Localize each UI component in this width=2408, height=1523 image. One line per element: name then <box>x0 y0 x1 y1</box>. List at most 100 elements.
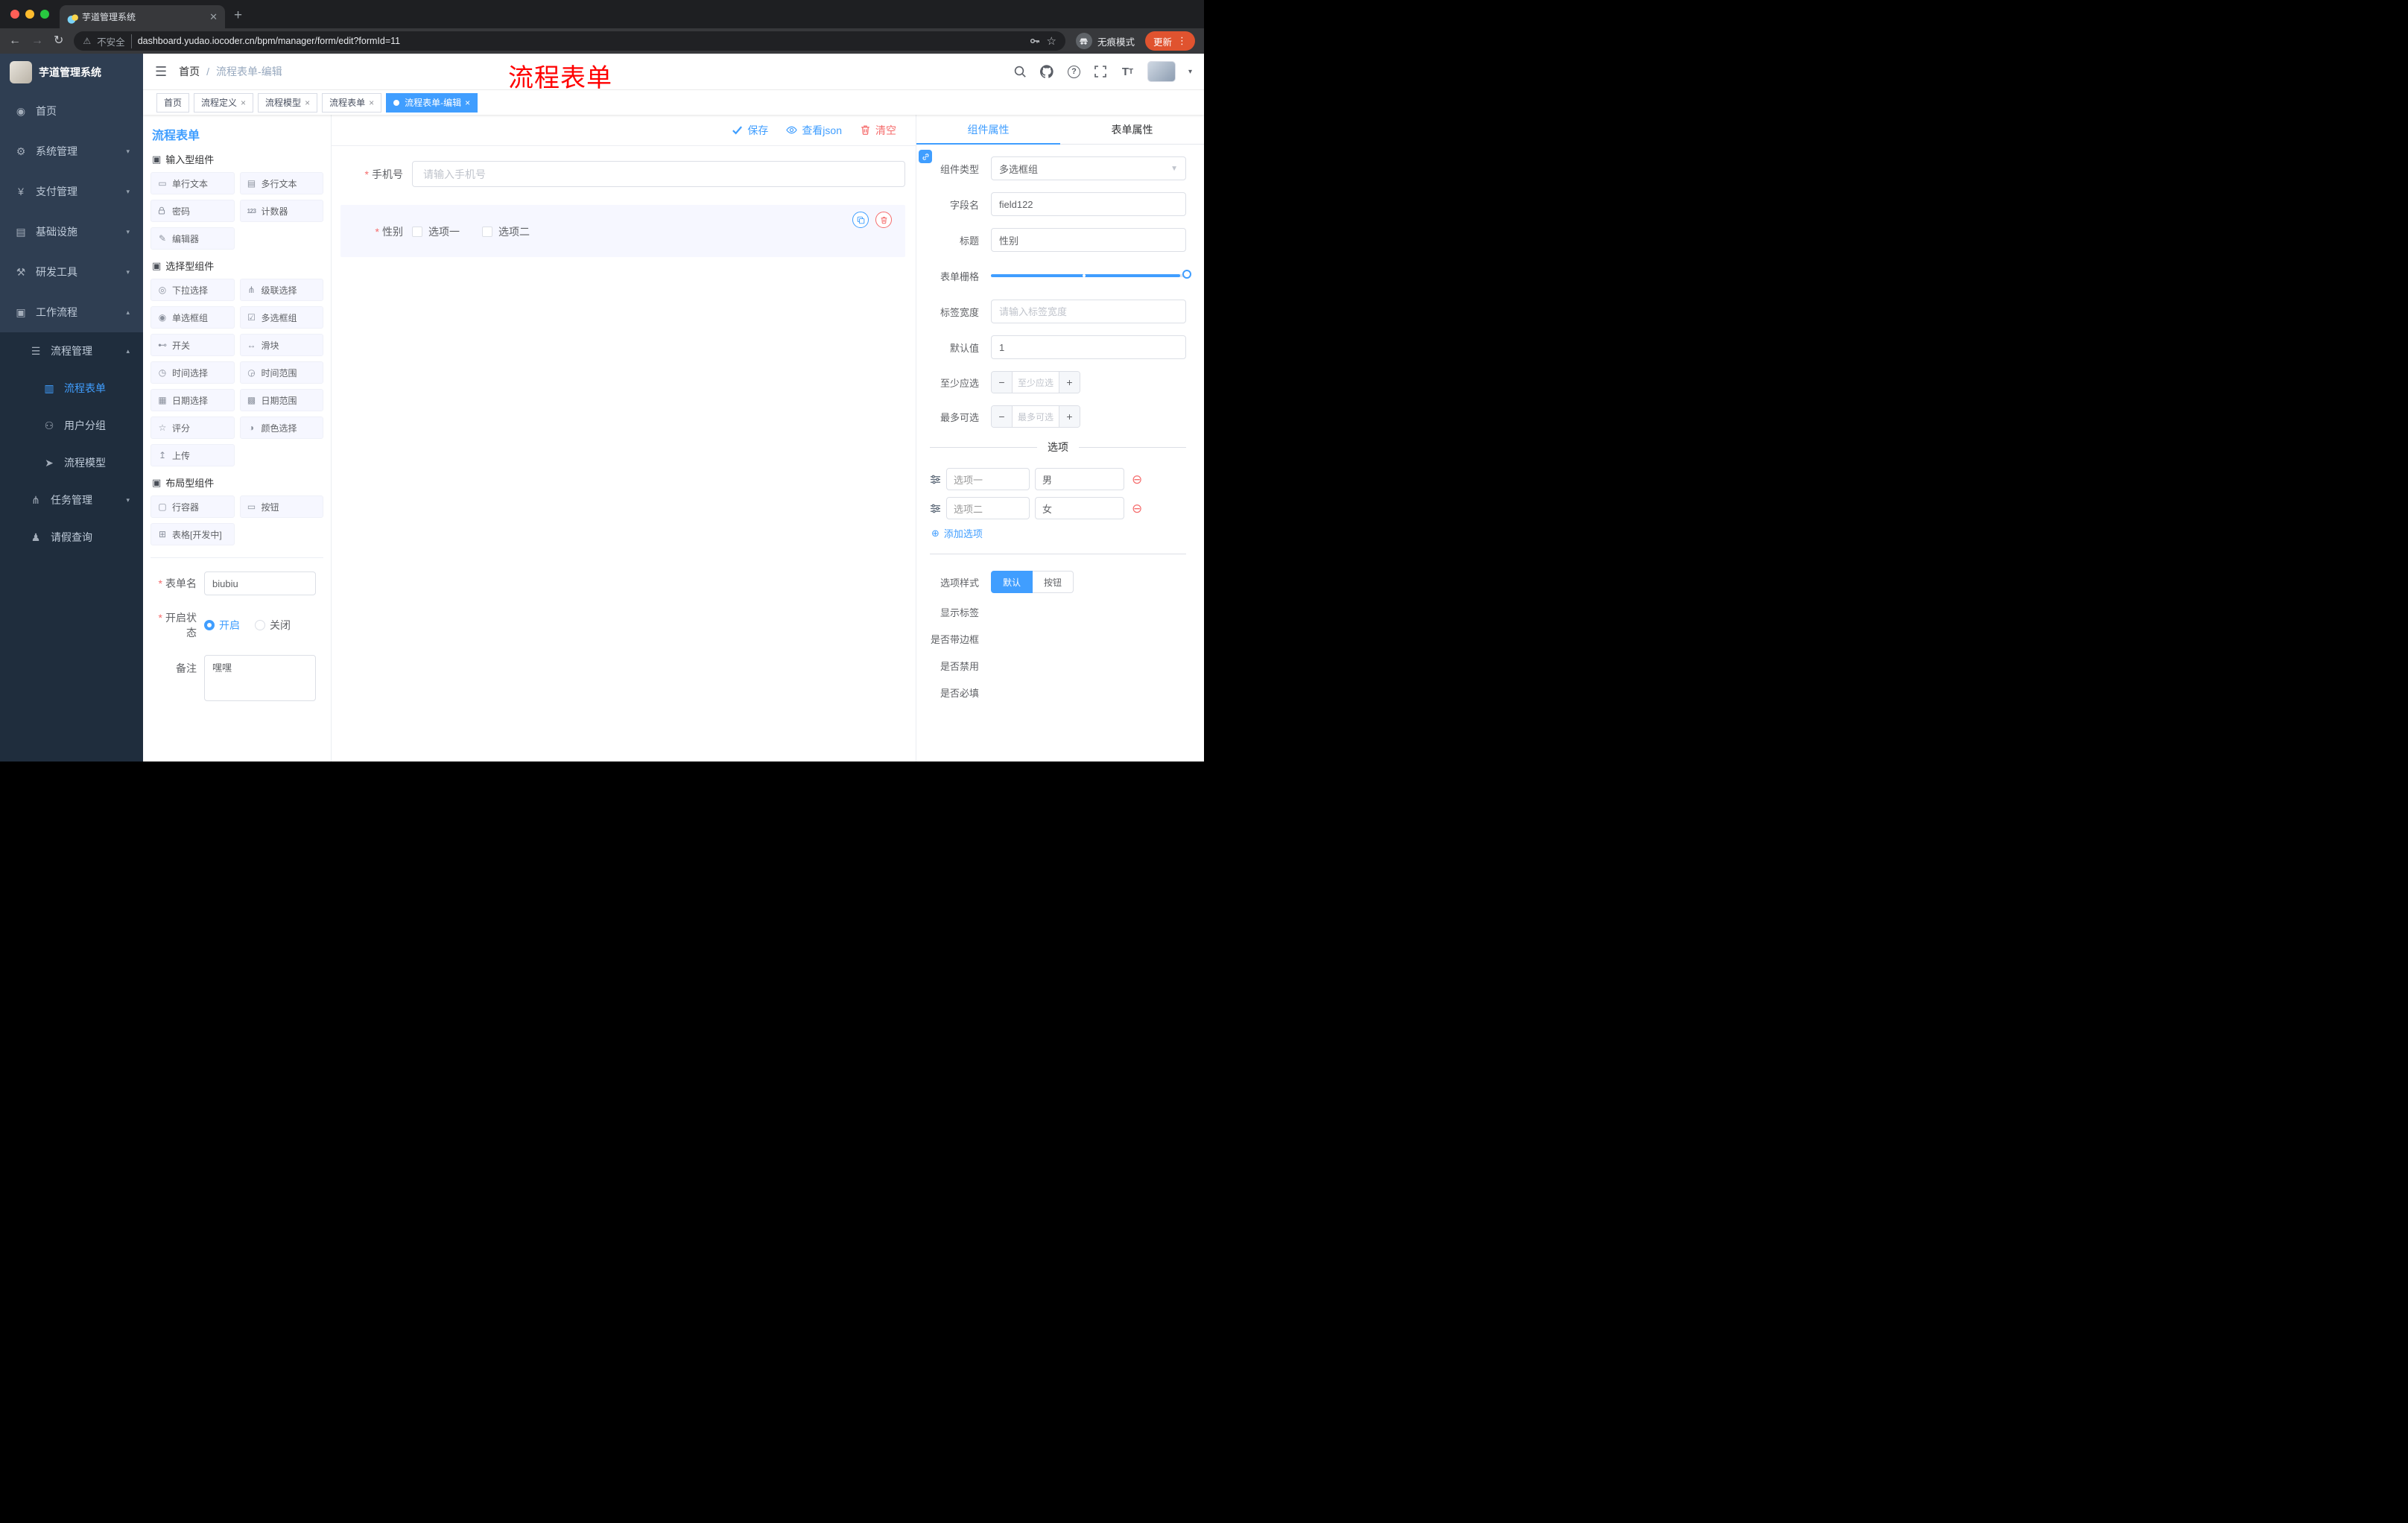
tag-process-model[interactable]: 流程模型 × <box>258 92 318 113</box>
password-key-icon[interactable] <box>1029 35 1041 47</box>
fullscreen-icon[interactable] <box>1094 65 1108 79</box>
sidebar-item-devtools[interactable]: ⚒ 研发工具 ▾ <box>0 252 143 292</box>
copy-field-button[interactable] <box>852 212 869 228</box>
tab-close-icon[interactable]: ✕ <box>209 11 218 23</box>
sidebar-item-process-form[interactable]: ▥ 流程表单 <box>0 370 143 407</box>
palette-item-button[interactable]: ▭ 按钮 <box>239 495 323 518</box>
palette-item-single-text[interactable]: ▭ 单行文本 <box>150 172 235 194</box>
palette-item-cascade[interactable]: ⋔ 级联选择 <box>239 279 323 301</box>
radio-enabled[interactable]: 开启 <box>204 618 240 633</box>
label-width-input[interactable] <box>991 300 1186 323</box>
back-icon[interactable]: ← <box>9 35 21 47</box>
add-option-button[interactable]: ⊕ 添加选项 <box>931 526 1186 540</box>
remove-option-icon[interactable]: ⊖ <box>1132 473 1142 486</box>
form-name-input[interactable] <box>204 571 316 595</box>
minus-icon[interactable]: − <box>992 372 1013 393</box>
maximize-window-button[interactable] <box>40 10 49 19</box>
form-remark-textarea[interactable]: 嘿嘿 <box>204 655 316 701</box>
canvas-field-gender-selected[interactable]: 性别 选项一 选项二 <box>340 205 905 257</box>
palette-item-counter[interactable]: 123 计数器 <box>239 200 323 222</box>
style-default-button[interactable]: 默认 <box>991 571 1033 593</box>
tag-close-icon[interactable]: × <box>241 98 246 108</box>
sidebar-collapse-icon[interactable]: ☰ <box>155 64 167 80</box>
canvas-field-phone[interactable]: 手机号 <box>340 161 905 187</box>
option-label-input[interactable] <box>946 468 1030 490</box>
plus-icon[interactable]: + <box>1059 406 1080 427</box>
bookmark-star-icon[interactable]: ☆ <box>1047 34 1056 48</box>
sidebar-item-workflow[interactable]: ▣ 工作流程 ▴ <box>0 292 143 332</box>
sidebar-item-user-group[interactable]: ⚇ 用户分组 <box>0 407 143 444</box>
palette-item-password[interactable]: 密码 <box>150 200 235 222</box>
user-avatar[interactable] <box>1147 61 1176 82</box>
palette-item-radio-group[interactable]: ◉ 单选框组 <box>150 306 235 329</box>
avatar-caret-icon[interactable]: ▾ <box>1188 68 1192 76</box>
clear-button[interactable]: 清空 <box>860 123 896 138</box>
plus-icon[interactable]: + <box>1059 372 1080 393</box>
field-name-input[interactable] <box>991 192 1186 216</box>
new-tab-button[interactable]: + <box>234 7 242 24</box>
sidebar-item-payment[interactable]: ¥ 支付管理 ▾ <box>0 171 143 212</box>
sidebar-item-process-management[interactable]: ☰ 流程管理 ▴ <box>0 332 143 370</box>
option-label-input[interactable] <box>946 497 1030 519</box>
breadcrumb-home[interactable]: 首页 <box>179 64 200 79</box>
browser-menu-icon[interactable]: ⋮ <box>1177 35 1187 47</box>
palette-item-slider[interactable]: ↔ 滑块 <box>239 334 323 356</box>
option-value-input[interactable] <box>1035 497 1124 519</box>
sidebar-item-task-management[interactable]: ⋔ 任务管理 ▾ <box>0 481 143 519</box>
tag-process-form[interactable]: 流程表单 × <box>322 92 382 113</box>
minimize-window-button[interactable] <box>25 10 34 19</box>
tab-component-props[interactable]: 组件属性 <box>916 115 1060 145</box>
font-size-icon[interactable]: TT <box>1121 65 1135 79</box>
component-type-select[interactable]: 多选框组 ▼ <box>991 156 1186 180</box>
slider-track[interactable] <box>991 270 1191 279</box>
phone-input[interactable] <box>412 161 905 187</box>
search-icon[interactable] <box>1013 65 1027 79</box>
tag-process-form-edit[interactable]: 流程表单-编辑 × <box>386 92 478 113</box>
browser-update-button[interactable]: 更新 ⋮ <box>1144 31 1195 51</box>
min-checked-placeholder[interactable]: 至少应选 <box>1013 372 1059 393</box>
drag-handle-icon[interactable] <box>930 504 941 513</box>
grid-slider[interactable] <box>991 264 1191 288</box>
checkbox-option-2[interactable]: 选项二 <box>482 224 530 239</box>
palette-item-upload[interactable]: ↥ 上传 <box>150 444 235 466</box>
checkbox-option-1[interactable]: 选项一 <box>412 224 460 239</box>
palette-item-dropdown[interactable]: ◎ 下拉选择 <box>150 279 235 301</box>
reload-icon[interactable]: ↻ <box>54 35 63 47</box>
sidebar-item-infrastructure[interactable]: ▤ 基础设施 ▾ <box>0 212 143 252</box>
option-value-input[interactable] <box>1035 468 1124 490</box>
tag-close-icon[interactable]: × <box>369 98 374 108</box>
tag-close-icon[interactable]: × <box>305 98 310 108</box>
github-icon[interactable] <box>1040 65 1054 79</box>
palette-item-color-picker[interactable]: ◑ 颜色选择 <box>239 417 323 439</box>
drag-handle-icon[interactable] <box>930 475 941 484</box>
sidebar-item-home[interactable]: ◉ 首页 <box>0 91 143 131</box>
title-input[interactable] <box>991 228 1186 252</box>
sidebar-item-process-model[interactable]: ➤ 流程模型 <box>0 444 143 481</box>
default-value-input[interactable] <box>991 335 1186 359</box>
save-button[interactable]: 保存 <box>732 123 768 138</box>
address-bar[interactable]: ⚠ 不安全 dashboard.yudao.iocoder.cn/bpm/man… <box>74 31 1065 51</box>
radio-disabled[interactable]: 关闭 <box>255 618 291 633</box>
help-icon[interactable]: ? <box>1067 65 1081 79</box>
tag-process-definition[interactable]: 流程定义 × <box>194 92 254 113</box>
palette-item-table[interactable]: ⊞ 表格[开发中] <box>150 523 235 545</box>
browser-tab[interactable]: 芋道管理系统 ✕ <box>60 5 225 28</box>
palette-item-date-picker[interactable]: ▦ 日期选择 <box>150 389 235 411</box>
remove-option-icon[interactable]: ⊖ <box>1132 502 1142 515</box>
palette-item-switch[interactable]: ⊷ 开关 <box>150 334 235 356</box>
slider-handle[interactable] <box>1182 270 1191 279</box>
style-button-button[interactable]: 按钮 <box>1033 571 1074 593</box>
palette-item-checkbox-group[interactable]: ☑ 多选框组 <box>239 306 323 329</box>
palette-item-date-range[interactable]: ▩ 日期范围 <box>239 389 323 411</box>
tag-home[interactable]: 首页 <box>156 92 190 113</box>
sidebar-item-system[interactable]: ⚙ 系统管理 ▾ <box>0 131 143 171</box>
palette-item-rate[interactable]: ☆ 评分 <box>150 417 235 439</box>
sidebar-item-leave-query[interactable]: ♟ 请假查询 <box>0 519 143 556</box>
max-checked-placeholder[interactable]: 最多可选 <box>1013 406 1059 427</box>
forward-icon[interactable]: → <box>31 35 43 47</box>
delete-field-button[interactable] <box>875 212 892 228</box>
link-badge-button[interactable] <box>919 150 932 163</box>
palette-item-editor[interactable]: ✎ 编辑器 <box>150 227 235 250</box>
palette-item-time-picker[interactable]: ◷ 时间选择 <box>150 361 235 384</box>
close-window-button[interactable] <box>10 10 19 19</box>
